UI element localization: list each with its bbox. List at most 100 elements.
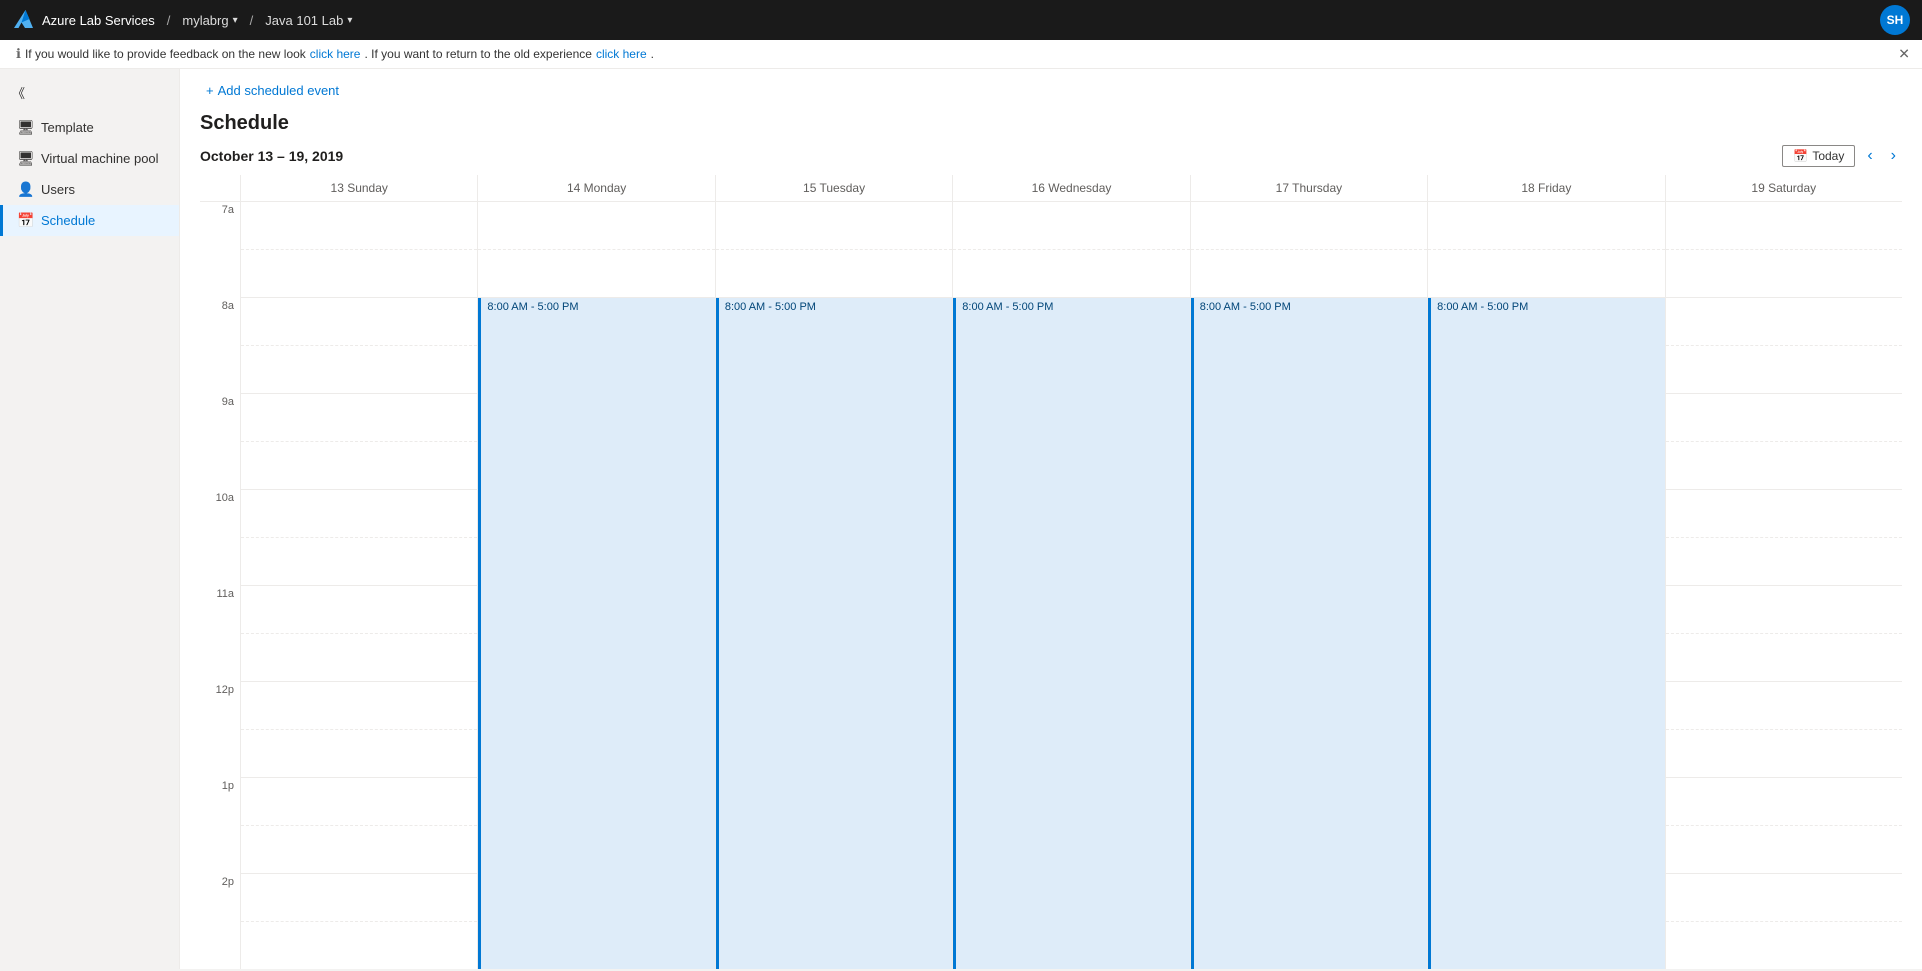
day-column-wed: 8:00 AM - 5:00 PM↻ bbox=[952, 202, 1189, 969]
time-slot-cell bbox=[241, 394, 477, 442]
time-slot-cell bbox=[716, 250, 952, 298]
day-column-tue: 8:00 AM - 5:00 PM↻ bbox=[715, 202, 952, 969]
feedback-link1[interactable]: click here bbox=[310, 47, 361, 61]
time-slot-cell bbox=[1666, 922, 1902, 969]
day-header-mon: 14 Monday bbox=[477, 175, 714, 201]
time-slot-cell bbox=[1666, 202, 1902, 250]
time-slot-cell bbox=[1666, 394, 1902, 442]
sidebar-item-schedule[interactable]: 📅 Schedule bbox=[0, 205, 179, 236]
time-slot-cell bbox=[241, 538, 477, 586]
collapse-icon: 《 bbox=[12, 83, 25, 102]
scheduled-event[interactable]: 8:00 AM - 5:00 PM↻ bbox=[953, 298, 1189, 969]
time-column: 7a8a9a10a11a12p1p2p3p4p5p6a bbox=[200, 202, 240, 969]
time-label: 1p bbox=[200, 778, 240, 826]
time-label: 2p bbox=[200, 874, 240, 922]
scheduled-event[interactable]: 8:00 AM - 5:00 PM↻ bbox=[478, 298, 714, 969]
sidebar: 《 🖥 Template 🖥 Virtual machine pool 👤 Us… bbox=[0, 69, 180, 969]
time-slot-cell bbox=[716, 202, 952, 250]
sidebar-item-label: Virtual machine pool bbox=[41, 151, 159, 166]
users-icon: 👤 bbox=[17, 181, 33, 198]
breadcrumb-mylabrg[interactable]: mylabrg ▾ bbox=[182, 13, 237, 28]
time-slot-cell bbox=[241, 826, 477, 874]
time-label: 8a bbox=[200, 298, 240, 346]
scheduled-event[interactable]: 8:00 AM - 5:00 PM↻ bbox=[1428, 298, 1664, 969]
date-range: October 13 – 19, 2019 bbox=[200, 148, 343, 164]
day-header-thu: 17 Thursday bbox=[1190, 175, 1427, 201]
breadcrumb-lab[interactable]: Java 101 Lab ▾ bbox=[265, 13, 352, 28]
time-label: 12p bbox=[200, 682, 240, 730]
close-icon[interactable]: ✕ bbox=[1898, 46, 1910, 63]
app-layout: 《 🖥 Template 🖥 Virtual machine pool 👤 Us… bbox=[0, 69, 1922, 969]
time-slot-cell bbox=[1191, 250, 1427, 298]
time-slot-cell bbox=[1666, 298, 1902, 346]
time-slot-cell bbox=[1666, 874, 1902, 922]
time-label bbox=[200, 346, 240, 394]
time-label bbox=[200, 634, 240, 682]
time-slot-cell bbox=[953, 250, 1189, 298]
today-button[interactable]: 📅 Today bbox=[1782, 145, 1855, 167]
time-slot-cell bbox=[241, 682, 477, 730]
sidebar-item-users[interactable]: 👤 Users bbox=[0, 174, 179, 205]
time-label bbox=[200, 442, 240, 490]
time-label: 11a bbox=[200, 586, 240, 634]
time-slot-cell bbox=[241, 730, 477, 778]
time-slot-cell bbox=[1666, 634, 1902, 682]
sidebar-item-template[interactable]: 🖥 Template bbox=[0, 112, 179, 143]
add-label: Add scheduled event bbox=[218, 83, 339, 98]
time-slot-cell bbox=[241, 634, 477, 682]
add-scheduled-event-button[interactable]: + Add scheduled event bbox=[200, 79, 345, 102]
time-slot-cell bbox=[241, 490, 477, 538]
time-slot-cell bbox=[953, 202, 1189, 250]
time-slot-cell bbox=[1191, 202, 1427, 250]
main-content: + Add scheduled event Schedule October 1… bbox=[180, 69, 1922, 969]
prev-week-button[interactable]: ‹ bbox=[1861, 145, 1878, 167]
time-label: 7a bbox=[200, 202, 240, 250]
avatar[interactable]: SH bbox=[1880, 5, 1910, 35]
day-column-sun bbox=[240, 202, 477, 969]
day-header-sun: 13 Sunday bbox=[240, 175, 477, 201]
template-icon: 🖥 bbox=[17, 119, 33, 136]
feedback-bar: ℹ If you would like to provide feedback … bbox=[0, 40, 1922, 69]
sidebar-item-label: Template bbox=[41, 120, 94, 135]
time-slot-cell bbox=[1666, 538, 1902, 586]
chevron-down-icon: ▾ bbox=[347, 15, 352, 26]
time-slot-cell bbox=[241, 874, 477, 922]
time-slot-cell bbox=[478, 202, 714, 250]
event-time-label: 8:00 AM - 5:00 PM bbox=[1437, 301, 1528, 313]
sidebar-collapse-button[interactable]: 《 bbox=[0, 77, 179, 108]
event-time-label: 8:00 AM - 5:00 PM bbox=[725, 301, 816, 313]
day-header-fri: 18 Friday bbox=[1427, 175, 1664, 201]
scheduled-event[interactable]: 8:00 AM - 5:00 PM↻ bbox=[716, 298, 952, 969]
scheduled-event[interactable]: 8:00 AM - 5:00 PM↻ bbox=[1191, 298, 1427, 969]
calendar-nav: October 13 – 19, 2019 📅 Today ‹ › bbox=[180, 145, 1922, 175]
day-column-fri: 8:00 AM - 5:00 PM↻ bbox=[1427, 202, 1664, 969]
app-name: Azure Lab Services bbox=[42, 13, 155, 28]
breadcrumb-sep1: / bbox=[167, 13, 171, 28]
time-slot-cell bbox=[1428, 250, 1664, 298]
time-slots: 7a8a9a10a11a12p1p2p3p4p5p6a 8:00 AM - 5:… bbox=[200, 202, 1902, 969]
time-slot-cell bbox=[1666, 778, 1902, 826]
time-slot-cell bbox=[241, 250, 477, 298]
next-week-button[interactable]: › bbox=[1885, 145, 1902, 167]
calendar-icon: 📅 bbox=[1793, 149, 1808, 163]
time-label bbox=[200, 538, 240, 586]
today-label: Today bbox=[1812, 149, 1844, 163]
feedback-link2[interactable]: click here bbox=[596, 47, 647, 61]
time-slot-cell bbox=[241, 346, 477, 394]
sidebar-item-vm-pool[interactable]: 🖥 Virtual machine pool bbox=[0, 143, 179, 174]
time-label bbox=[200, 730, 240, 778]
day-header-wed: 16 Wednesday bbox=[952, 175, 1189, 201]
page-title: Schedule bbox=[180, 112, 1922, 145]
time-slot-cell bbox=[241, 586, 477, 634]
breadcrumb-sep2: / bbox=[250, 13, 254, 28]
day-column-mon: 8:00 AM - 5:00 PM↻ bbox=[477, 202, 714, 969]
time-slot-cell bbox=[478, 250, 714, 298]
time-slot-cell bbox=[1666, 682, 1902, 730]
calendar-container[interactable]: 13 Sunday 14 Monday 15 Tuesday 16 Wednes… bbox=[180, 175, 1922, 969]
time-slot-cell bbox=[241, 202, 477, 250]
nav-controls: 📅 Today ‹ › bbox=[1782, 145, 1902, 167]
azure-logo-icon bbox=[12, 8, 36, 32]
calendar-grid: 13 Sunday 14 Monday 15 Tuesday 16 Wednes… bbox=[200, 175, 1902, 969]
sidebar-item-label: Users bbox=[41, 182, 75, 197]
time-slot-cell bbox=[241, 778, 477, 826]
